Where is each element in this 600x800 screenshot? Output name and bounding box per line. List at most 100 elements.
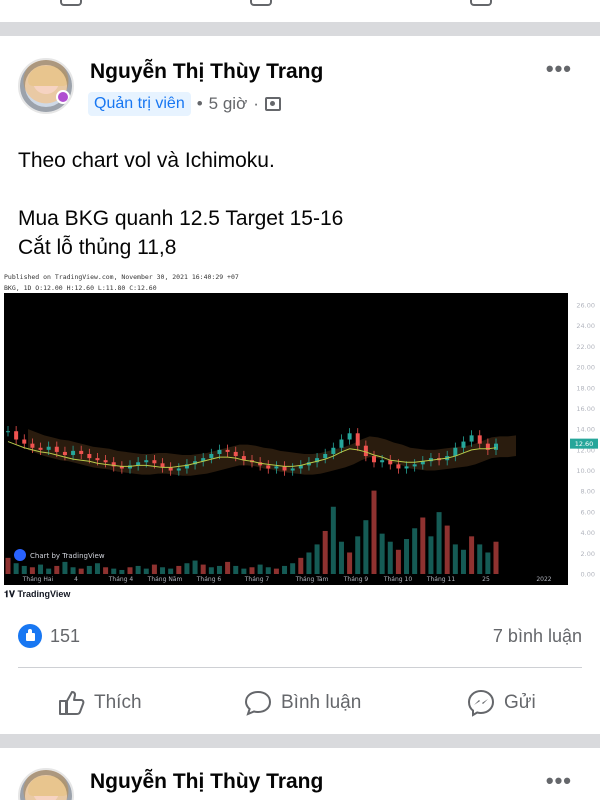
comment-bubble-icon (244, 690, 272, 716)
volume-bar (151, 564, 157, 574)
volume-bar (436, 512, 442, 574)
chart-image[interactable]: Published on TradingView.com, November 3… (0, 271, 600, 603)
volume-bar (428, 536, 434, 574)
y-tick-label: 22.00 (576, 343, 595, 351)
candle-body (355, 433, 360, 446)
candle-body (339, 439, 344, 448)
post-time[interactable]: 5 giờ (209, 94, 248, 114)
candle-body (323, 453, 328, 459)
share-label: Gửi (504, 692, 536, 713)
candle-body (30, 443, 35, 448)
like-icon[interactable] (60, 0, 82, 6)
candle-body (380, 460, 385, 463)
like-reaction-icon (18, 624, 42, 648)
share-icon[interactable] (470, 0, 492, 6)
reaction-row: 151 7 bình luận (0, 620, 600, 654)
candle-body (14, 431, 19, 440)
volume-bar (176, 565, 182, 574)
candle-body (225, 449, 230, 452)
y-tick-label: 26.00 (576, 302, 595, 310)
next-post: Nguyễn Thị Thùy Trang ••• (0, 748, 600, 800)
volume-bar (298, 557, 304, 574)
volume-bar (257, 564, 263, 574)
x-tick-label: Tháng 4 (108, 576, 134, 583)
author-name[interactable]: Nguyễn Thị Thùy Trang (90, 770, 323, 794)
tradingview-logo-icon: 𝟏𝐕 (4, 589, 18, 599)
volume-bar (13, 563, 19, 574)
volume-bar (493, 541, 499, 574)
chart-plot-area (4, 293, 568, 585)
candle-body (71, 450, 76, 456)
volume-bar (233, 565, 239, 574)
volume-bar (338, 541, 344, 574)
volume-bar (21, 565, 27, 574)
candle-body (469, 435, 474, 442)
x-tick-label: Tháng Hai (22, 576, 54, 583)
reaction-count[interactable]: 151 (50, 626, 80, 647)
candle-body (95, 458, 100, 461)
avatar[interactable] (18, 768, 74, 800)
tradingview-brand: 𝟏𝐕 TradingView (4, 589, 71, 599)
volume-bar (404, 539, 410, 574)
volume-bar (62, 561, 68, 574)
x-tick-label: 4 (74, 576, 78, 583)
x-tick-label: Tháng 6 (196, 576, 222, 583)
volume-bar (460, 549, 466, 574)
x-tick-label: Tháng 11 (426, 576, 455, 583)
volume-bar (29, 567, 35, 574)
last-price-label: 12.60 (575, 440, 594, 448)
more-dots-icon[interactable]: ••• (546, 768, 572, 794)
volume-bar (420, 517, 426, 574)
chart-published: Published on TradingView.com, November 3… (4, 273, 239, 281)
volume-bar (46, 568, 52, 574)
candle-body (396, 464, 401, 469)
volume-bar (111, 568, 117, 574)
candle-body (453, 447, 458, 457)
volume-bar (225, 561, 231, 574)
x-tick-label: Tháng Tám (295, 576, 329, 583)
volume-bar (5, 557, 11, 574)
previous-post-actions (0, 0, 600, 22)
x-tick-label: 2022 (536, 576, 551, 583)
comment-button[interactable]: Bình luận (243, 688, 361, 718)
candle-body (87, 453, 92, 459)
volume-bar (265, 567, 271, 574)
volume-bar (485, 552, 491, 574)
volume-bar (160, 567, 166, 574)
y-tick-label: 6.00 (581, 508, 595, 516)
x-tick-label: Tháng Năm (147, 576, 183, 583)
messenger-icon (467, 689, 495, 717)
candle-body (372, 456, 376, 463)
y-tick-label: 14.00 (576, 426, 595, 434)
candle-body (290, 468, 295, 471)
author-name[interactable]: Nguyễn Thị Thùy Trang (90, 60, 323, 84)
y-tick-label: 20.00 (576, 364, 595, 372)
more-dots-icon[interactable]: ••• (546, 56, 572, 82)
share-button[interactable]: Gửi (466, 688, 536, 718)
volume-bar (395, 549, 401, 574)
volume-bar (119, 569, 125, 574)
candle-body (176, 468, 181, 471)
post-separator (0, 22, 600, 36)
volume-bar (200, 564, 206, 574)
comment-icon[interactable] (250, 0, 272, 6)
avatar[interactable] (18, 58, 74, 114)
post-text: Theo chart vol và Ichimoku. Mua BKG quan… (18, 149, 344, 259)
chart-symbol-line: BKG, 1D O:12.00 H:12.60 L:11.80 C:12.60 (4, 284, 157, 292)
comment-count[interactable]: 7 bình luận (493, 626, 582, 647)
candle-body (79, 450, 84, 454)
volume-bar (314, 544, 320, 574)
divider (18, 667, 582, 668)
candle-body (477, 435, 482, 444)
y-tick-label: 10.00 (576, 467, 595, 475)
candle-body (22, 439, 27, 444)
like-button[interactable]: Thích (56, 688, 142, 718)
volume-bar (452, 544, 458, 574)
role-badge[interactable]: Quản trị viên (88, 92, 191, 116)
candle-body (331, 447, 336, 454)
volume-bar (94, 563, 100, 574)
volume-bar (412, 528, 418, 574)
candle-body (412, 464, 417, 467)
volume-bar (184, 563, 190, 574)
candle-body (152, 460, 157, 464)
